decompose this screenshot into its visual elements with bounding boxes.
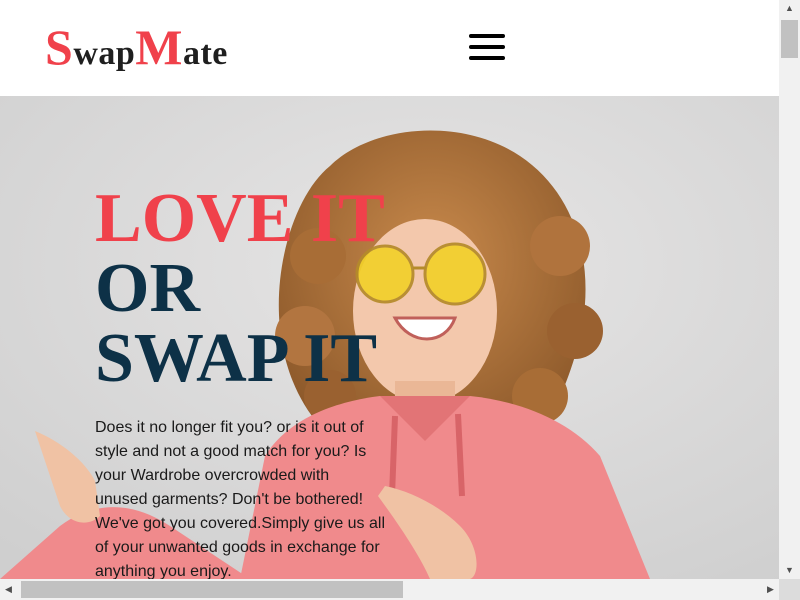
scroll-left-icon[interactable]: ◀ <box>0 579 17 600</box>
horizontal-scrollbar[interactable]: ◀ ▶ <box>0 579 779 600</box>
scroll-up-icon[interactable]: ▲ <box>779 0 800 17</box>
hamburger-menu-icon[interactable] <box>469 33 505 61</box>
headline-line-3: SWAP IT <box>95 320 378 397</box>
headline-line-2: OR <box>95 250 200 327</box>
headline-line-1: LOVE IT <box>95 180 385 257</box>
site-header: SwapMate <box>0 0 779 96</box>
hero-headline: LOVE IT OR SWAP IT <box>95 184 385 394</box>
hero-section: LOVE IT OR SWAP IT Does it no longer fit… <box>0 96 779 579</box>
menu-bar <box>469 34 505 38</box>
logo[interactable]: SwapMate <box>45 18 228 76</box>
hero-description: Does it no longer fit you? or is it out … <box>95 419 386 579</box>
horizontal-scroll-thumb[interactable] <box>21 581 403 598</box>
menu-bar <box>469 56 505 60</box>
scrollbar-corner <box>779 579 800 600</box>
scroll-down-icon[interactable]: ▼ <box>779 562 800 579</box>
vertical-scrollbar[interactable]: ▲ ▼ <box>779 0 800 579</box>
scroll-right-icon[interactable]: ▶ <box>762 579 779 600</box>
menu-bar <box>469 45 505 49</box>
vertical-scroll-thumb[interactable] <box>781 20 798 58</box>
